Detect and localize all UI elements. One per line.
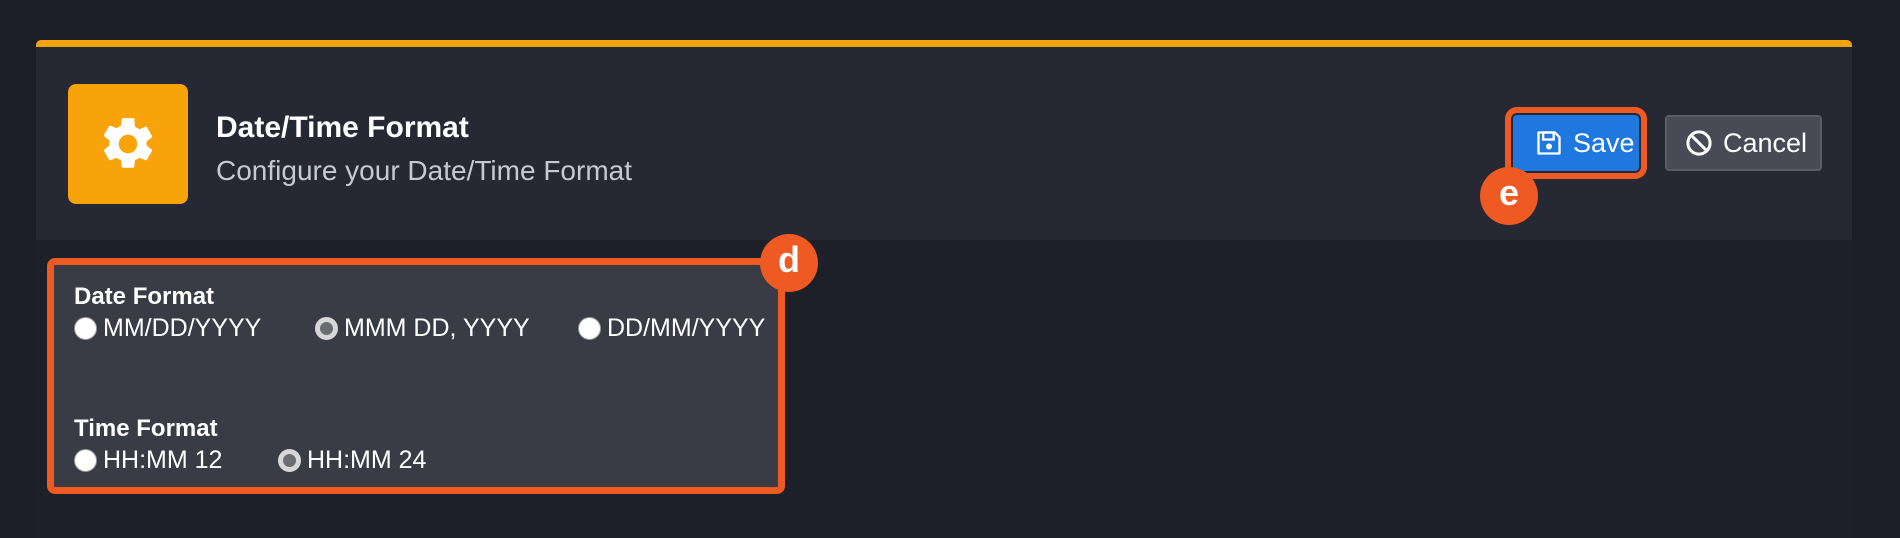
radio-label: MM/DD/YYYY (103, 314, 262, 342)
cancel-button-label: Cancel (1723, 127, 1808, 158)
date-time-form: Date Format MM/DD/YYYY MMM DD, YYYY DD/M… (47, 258, 785, 494)
radio-button[interactable] (74, 317, 97, 340)
date-format-option-mmmddyyyy[interactable]: MMM DD, YYYY (315, 314, 530, 343)
radio-button[interactable] (315, 317, 338, 340)
save-button[interactable]: Save (1505, 107, 1647, 179)
page-title: Date/Time Format (216, 111, 469, 144)
radio-label: HH:MM 12 (103, 446, 223, 474)
radio-button[interactable] (578, 317, 601, 340)
time-format-option-24[interactable]: HH:MM 24 (278, 446, 426, 475)
time-format-label: Time Format (74, 415, 218, 442)
page-subtitle: Configure your Date/Time Format (216, 155, 632, 186)
settings-panel: Date/Time Format Configure your Date/Tim… (36, 40, 1852, 538)
annotation-marker-save: e (1480, 167, 1538, 225)
radio-label: HH:MM 24 (307, 446, 427, 474)
save-button-label: Save (1573, 127, 1635, 158)
gear-icon (68, 84, 188, 204)
gear-icon-svg (103, 118, 153, 168)
radio-label: DD/MM/YYYY (607, 314, 766, 342)
radio-label: MMM DD, YYYY (344, 314, 530, 342)
date-format-label: Date Format (74, 283, 215, 310)
annotation-marker-form: d (760, 234, 818, 292)
time-format-option-12[interactable]: HH:MM 12 (74, 446, 222, 475)
ban-icon (1685, 129, 1713, 157)
radio-button[interactable] (278, 449, 301, 472)
date-format-option-mmddyyyy[interactable]: MM/DD/YYYY (74, 314, 261, 343)
radio-button[interactable] (74, 449, 97, 472)
panel-header: Date/Time Format Configure your Date/Tim… (36, 47, 1852, 240)
floppy-disk-icon (1535, 129, 1563, 157)
cancel-button[interactable]: Cancel (1665, 115, 1822, 171)
date-format-option-ddmmyyyy[interactable]: DD/MM/YYYY (578, 314, 765, 343)
